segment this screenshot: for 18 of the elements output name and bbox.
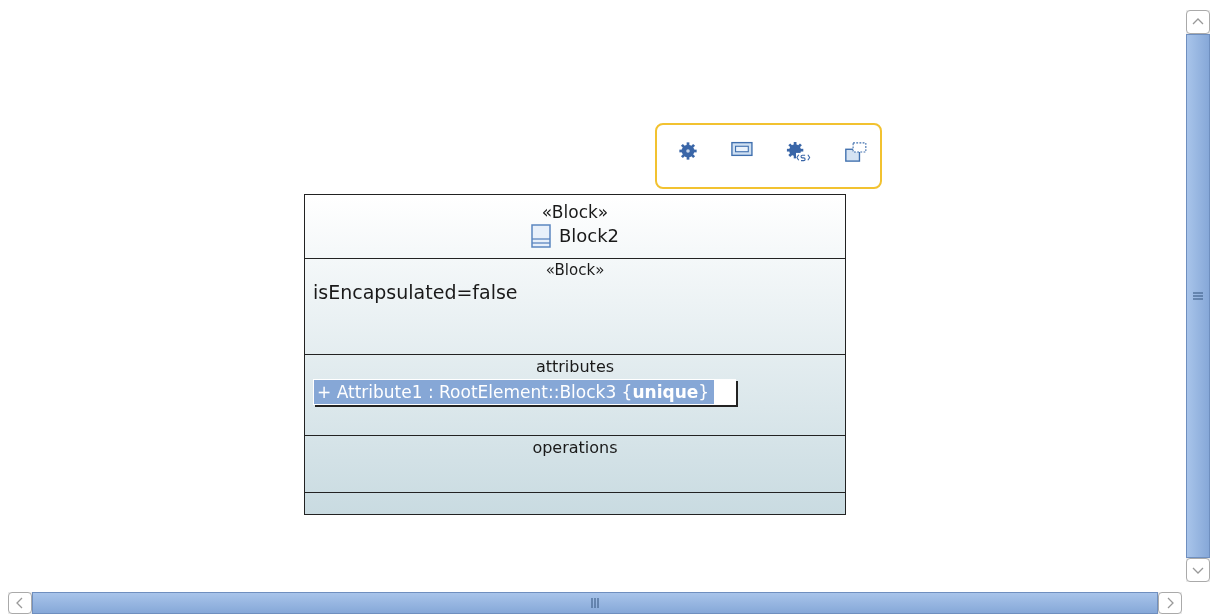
compartment-title: operations <box>531 437 619 458</box>
stereotype-label: «Block» <box>541 201 609 223</box>
scroll-left-icon[interactable] <box>8 592 32 614</box>
scroll-right-icon[interactable] <box>1158 592 1182 614</box>
stereotype-label: «Block» <box>544 260 606 279</box>
gear-icon[interactable] <box>678 140 698 162</box>
rectangle-icon[interactable] <box>731 140 753 158</box>
compartment-title: attributes <box>534 356 616 377</box>
resize-frame-icon[interactable] <box>844 140 868 164</box>
block-icon <box>530 224 551 248</box>
tagged-value[interactable]: isEncapsulated=false <box>305 279 518 305</box>
gear-code-icon[interactable] <box>785 140 812 164</box>
block-name[interactable]: Block2 <box>558 223 620 249</box>
scroll-up-icon[interactable] <box>1186 10 1210 34</box>
grip-icon <box>590 598 600 608</box>
scroll-down-icon[interactable] <box>1186 558 1210 582</box>
grip-icon <box>1193 291 1203 301</box>
block-shape[interactable]: «Block» Block2 «Block» isEncapsulated=false attributes + Attribute1 : RootElement::Block3 {unique} operations <box>304 194 846 515</box>
